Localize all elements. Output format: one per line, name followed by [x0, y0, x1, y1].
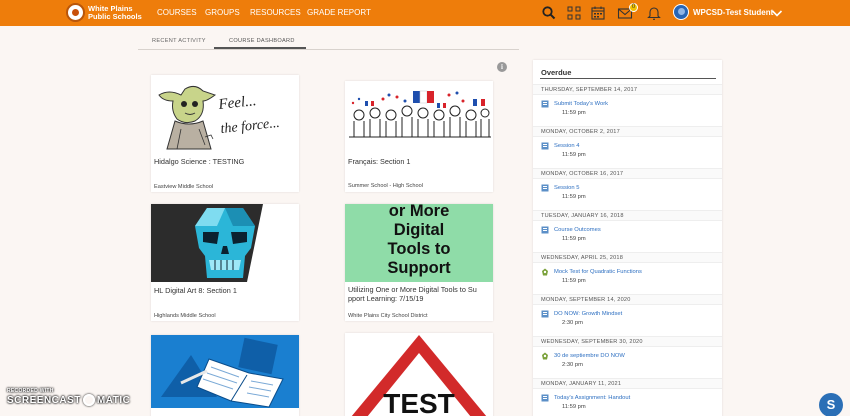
assignment-icon — [541, 142, 549, 150]
assignment-icon — [541, 184, 549, 192]
logo-mark-icon — [66, 3, 85, 22]
help-button[interactable]: S — [819, 393, 843, 416]
nav-courses[interactable]: COURSES — [157, 8, 197, 17]
overdue-item-link[interactable]: Course Outcomes — [554, 227, 601, 233]
overdue-item-time: 2:30 pm — [562, 320, 583, 326]
course-image-yoda: Feel... the force... — [151, 75, 299, 153]
brand-line-2: Public Schools — [88, 11, 142, 21]
user-avatar[interactable] — [673, 4, 689, 20]
message-count-badge: 0 — [629, 3, 638, 12]
course-card[interactable]: HL Digital Art 8: Section 1 Highlands Mi… — [151, 204, 299, 321]
assignment-icon — [541, 394, 549, 402]
user-name[interactable]: WPCSD-Test Student — [693, 8, 773, 17]
overdue-item-time: 11:59 pm — [562, 278, 586, 284]
overdue-item-time: 11:59 pm — [562, 404, 586, 410]
overdue-panel: Overdue THURSDAY, SEPTEMBER 14, 2017 Subm… — [533, 60, 722, 416]
course-title[interactable]: Hidalgo Science : TESTING — [154, 157, 296, 166]
overdue-item-time: 2:30 pm — [562, 362, 583, 368]
course-card[interactable]: TEST — [345, 333, 493, 416]
screencast-watermark: RECORDED WITH SCREENCAST MATIC — [7, 388, 131, 406]
overdue-date-header: WEDNESDAY, APRIL 25, 2018 — [533, 252, 722, 263]
course-image-test: TEST — [345, 333, 493, 416]
course-image-books — [151, 335, 299, 408]
overdue-date-header: TUESDAY, JANUARY 16, 2018 — [533, 210, 722, 221]
overdue-title: Overdue — [541, 68, 572, 77]
course-school: Eastview Middle School — [154, 184, 214, 190]
course-card[interactable]: or More Digital Tools to Support Utilizi… — [345, 204, 493, 321]
course-card[interactable] — [151, 335, 299, 416]
overdue-date-header: WEDNESDAY, SEPTEMBER 30, 2020 — [533, 336, 722, 347]
tab-recent-activity[interactable]: RECENT ACTIVITY — [152, 38, 206, 44]
overdue-item-link[interactable]: Mock Test for Quadratic Functions — [554, 269, 642, 275]
assessment-icon — [542, 352, 548, 360]
overdue-item-link[interactable]: Session 5 — [554, 185, 579, 191]
overdue-item-time: 11:59 pm — [562, 236, 586, 242]
overdue-date-header: MONDAY, JANUARY 11, 2021 — [533, 378, 722, 389]
overdue-date-header: THURSDAY, SEPTEMBER 14, 2017 — [533, 84, 722, 95]
course-title[interactable]: Utilizing One or More Digital Tools to S… — [348, 285, 490, 303]
course-school: Highlands Middle School — [154, 313, 216, 319]
assignment-icon — [541, 226, 549, 234]
course-school: White Plains City School District — [348, 313, 428, 319]
course-card[interactable]: Feel... the force... Hidalgo Science : T… — [151, 75, 299, 192]
info-icon[interactable]: i — [497, 62, 507, 72]
overdue-item-link[interactable]: Session 4 — [554, 143, 579, 149]
overdue-item-link[interactable]: Submit Today's Work — [554, 101, 608, 107]
top-navigation-bar: White Plains Public Schools COURSES GROU… — [0, 0, 850, 26]
overdue-item-time: 11:59 pm — [562, 194, 586, 200]
apps-grid-icon[interactable] — [566, 5, 582, 21]
overdue-divider — [540, 78, 716, 79]
overdue-date-header: MONDAY, SEPTEMBER 14, 2020 — [533, 294, 722, 305]
nav-grade-report[interactable]: GRADE REPORT — [307, 8, 371, 17]
search-icon[interactable] — [541, 5, 557, 21]
test-sign-text: TEST — [383, 388, 455, 416]
chevron-down-icon[interactable] — [769, 5, 785, 21]
overdue-date-header: MONDAY, OCTOBER 2, 2017 — [533, 126, 722, 137]
assignment-icon — [541, 100, 549, 108]
calendar-icon[interactable] — [590, 5, 606, 21]
screencast-logo-icon — [82, 394, 95, 406]
dashboard-tabs: RECENT ACTIVITY COURSE DASHBOARD — [138, 34, 519, 50]
overdue-item-link[interactable]: Today's Assignment: Handout — [554, 395, 630, 401]
overdue-item-link[interactable]: 30 de septiembre DO NOW — [554, 353, 625, 359]
assessment-icon — [542, 268, 548, 276]
notifications-bell-icon[interactable] — [646, 5, 662, 21]
course-image-french — [345, 81, 493, 151]
course-card[interactable]: Français: Section 1 Summer School - High… — [345, 81, 493, 192]
overdue-date-header: MONDAY, OCTOBER 16, 2017 — [533, 168, 722, 179]
course-title[interactable]: Français: Section 1 — [348, 157, 490, 166]
nav-resources[interactable]: RESOURCES — [250, 8, 301, 17]
assignment-icon — [541, 310, 549, 318]
svg-text:Feel...: Feel... — [217, 93, 257, 113]
course-title[interactable]: HL Digital Art 8: Section 1 — [154, 286, 296, 295]
svg-text:the force...: the force... — [220, 116, 281, 137]
nav-groups[interactable]: GROUPS — [205, 8, 240, 17]
tab-course-dashboard[interactable]: COURSE DASHBOARD — [229, 38, 295, 44]
course-image-skull — [151, 204, 299, 282]
active-tab-indicator — [214, 47, 306, 49]
course-image-digital-tools: or More Digital Tools to Support — [345, 204, 493, 282]
overdue-item-link[interactable]: DO NOW: Growth Mindset — [554, 311, 622, 317]
course-school: Summer School - High School — [348, 183, 423, 189]
district-logo[interactable]: White Plains Public Schools — [66, 3, 148, 22]
overdue-item-time: 11:59 pm — [562, 110, 586, 116]
overdue-item-time: 11:59 pm — [562, 152, 586, 158]
